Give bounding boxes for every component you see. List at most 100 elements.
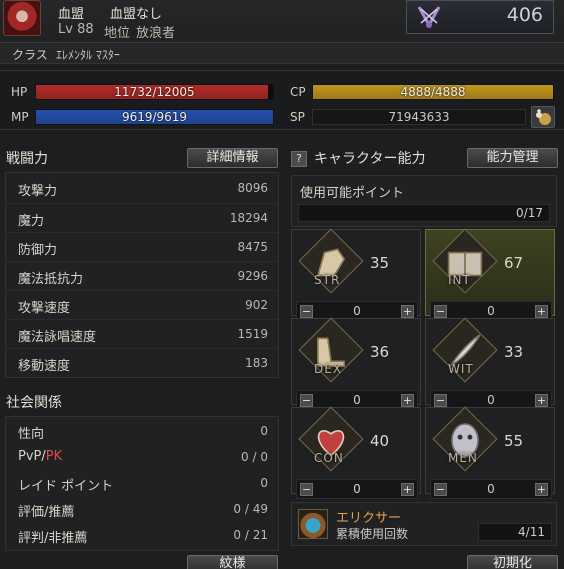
attribute-allocation-value: 0: [487, 482, 495, 496]
minus-button[interactable]: −: [300, 483, 313, 496]
social-panel: 性向 0 PvP/PK 0 / 0 レイド ポイント 0 評価/推薦 0 / 49 評判/非推薦…: [5, 416, 279, 551]
pvp-count-value: 406: [506, 4, 543, 26]
combat-title: 戦闘力: [6, 151, 48, 167]
attribute-value: 55: [504, 432, 524, 450]
minus-button[interactable]: −: [300, 394, 313, 407]
attribute-value: 36: [370, 343, 390, 361]
available-points-panel: 使用可能ポイント 0/17: [291, 175, 557, 227]
plus-button[interactable]: +: [401, 394, 414, 407]
attribute-allocation-value: 0: [353, 393, 361, 407]
available-points-value: 0/17: [516, 206, 543, 220]
social-stat-value: 0: [260, 476, 268, 490]
attribute-box-int[interactable]: INT 67 − 0 +: [425, 228, 555, 321]
hp-bar: 11732/12005: [35, 84, 274, 100]
plus-button[interactable]: +: [401, 483, 414, 496]
minus-button[interactable]: −: [434, 483, 447, 496]
hp-label: HP: [11, 85, 28, 99]
combat-stat-name: 魔法詠唱速度: [18, 330, 97, 345]
attribute-box-dex[interactable]: DEX 36 − 0 +: [291, 317, 421, 410]
combat-stat-name: 移動速度: [18, 359, 71, 374]
available-points-label: 使用可能ポイント: [300, 186, 405, 201]
sp-bar: 71943633: [312, 109, 526, 125]
ability-manage-button[interactable]: 能力管理: [467, 148, 558, 168]
combat-stat-name: 攻撃力: [18, 184, 58, 199]
reset-button[interactable]: 初期化: [467, 555, 558, 569]
combat-stat-value: 8475: [237, 240, 268, 254]
crossed-swords-icon: [417, 6, 441, 29]
elixir-panel: エリクサー 累積使用回数 4/11: [291, 502, 557, 546]
combat-stat-value: 902: [245, 298, 268, 312]
social-stat-value: 0: [260, 424, 268, 438]
attribute-name: MEN: [448, 451, 478, 465]
social-stat-row: 評価/推薦 0 / 49: [6, 496, 278, 522]
plus-button[interactable]: +: [535, 483, 548, 496]
minus-button[interactable]: −: [300, 305, 313, 318]
social-stat-name: 評価/推薦: [18, 505, 75, 520]
clan-emblem-icon: [3, 0, 41, 36]
attribute-box-wit[interactable]: WIT 33 − 0 +: [425, 317, 555, 410]
elixir-count-field: 4/11: [478, 523, 552, 541]
crest-button[interactable]: 紋様: [187, 555, 278, 569]
combat-stats-panel: 攻撃力 8096 魔力 18294 防御力 8475 魔法抵抗力 9296 攻撃速度 902 魔法詠…: [5, 172, 279, 378]
attribute-name: WIT: [448, 362, 474, 376]
cp-bar: 4888/4888: [312, 84, 554, 100]
class-label: クラス: [12, 48, 48, 62]
level-text: Lv 88: [58, 22, 94, 37]
attribute-name: CON: [314, 451, 344, 465]
attribute-allocation-control: − 0 +: [430, 479, 552, 499]
plus-button[interactable]: +: [401, 305, 414, 318]
help-icon[interactable]: ?: [291, 151, 307, 167]
attribute-name: INT: [448, 273, 471, 287]
attribute-value: 33: [504, 343, 524, 361]
sp-skill-button[interactable]: [531, 106, 555, 128]
attribute-name: DEX: [314, 362, 343, 376]
mp-label: MP: [11, 110, 29, 124]
elixir-label: 累積使用回数: [336, 527, 409, 541]
minus-button[interactable]: −: [434, 394, 447, 407]
social-stat-value: 0 / 0: [241, 450, 268, 464]
attribute-box-con[interactable]: CON 40 − 0 +: [291, 406, 421, 499]
attribute-name: STR: [314, 273, 341, 287]
combat-stat-name: 魔法抵抗力: [18, 272, 84, 287]
plus-button[interactable]: +: [535, 305, 548, 318]
pvp-label: PvP/: [18, 449, 46, 464]
social-stat-row: レイド ポイント 0: [6, 470, 278, 496]
mp-bar: 9619/9619: [35, 109, 274, 125]
abilities-title: キャラクター能力: [314, 151, 426, 167]
mp-text: 9619/9619: [121, 110, 188, 124]
detail-info-button[interactable]: 詳細情報: [187, 148, 278, 168]
combat-stat-row: 防御力 8475: [6, 232, 278, 261]
elixir-count-value: 4/11: [518, 525, 545, 539]
attribute-value: 35: [370, 254, 390, 272]
minus-button[interactable]: −: [434, 305, 447, 318]
social-title: 社会関係: [6, 395, 62, 411]
attribute-allocation-control: − 0 +: [296, 479, 418, 499]
pvp-count-box: 406: [406, 0, 554, 34]
rank-label: 地位: [104, 26, 131, 41]
combat-stat-name: 攻撃速度: [18, 301, 71, 316]
social-stat-row: 性向 0: [6, 418, 278, 444]
combat-stat-row: 攻撃力 8096: [6, 174, 278, 203]
class-value: ｴﾚﾒﾝﾀﾙ ﾏｽﾀｰ: [56, 48, 120, 62]
character-header: 血盟 血盟なし Lv 88 地位 放浪者 406: [0, 0, 564, 42]
social-stat-name: PvP/PK: [18, 449, 62, 464]
attribute-allocation-value: 0: [353, 304, 361, 318]
attribute-allocation-value: 0: [487, 393, 495, 407]
attribute-value: 40: [370, 432, 390, 450]
attribute-box-str[interactable]: STR 35 − 0 +: [291, 228, 421, 321]
plus-button[interactable]: +: [535, 394, 548, 407]
combat-stat-value: 18294: [229, 211, 268, 225]
combat-stat-row: 魔力 18294: [6, 203, 278, 232]
attribute-allocation-value: 0: [353, 482, 361, 496]
available-points-field: 0/17: [298, 204, 550, 222]
social-stat-value: 0 / 49: [233, 502, 268, 516]
hp-text: 11732/12005: [114, 85, 195, 99]
attribute-box-men[interactable]: MEN 55 − 0 +: [425, 406, 555, 499]
combat-stat-row: 魔法詠唱速度 1519: [6, 319, 278, 348]
clan-label: 血盟: [58, 7, 85, 22]
rank-value: 放浪者: [136, 26, 176, 41]
attribute-grid: STR 35 − 0 + INT 67 − 0 + DEX 36 − 0 + WIT 33 − 0 + CON 40 − 0 +…: [291, 228, 557, 499]
class-bar: クラス ｴﾚﾒﾝﾀﾙ ﾏｽﾀｰ: [0, 42, 564, 64]
sp-text: 71943633: [388, 110, 450, 124]
combat-stat-value: 8096: [237, 181, 268, 195]
